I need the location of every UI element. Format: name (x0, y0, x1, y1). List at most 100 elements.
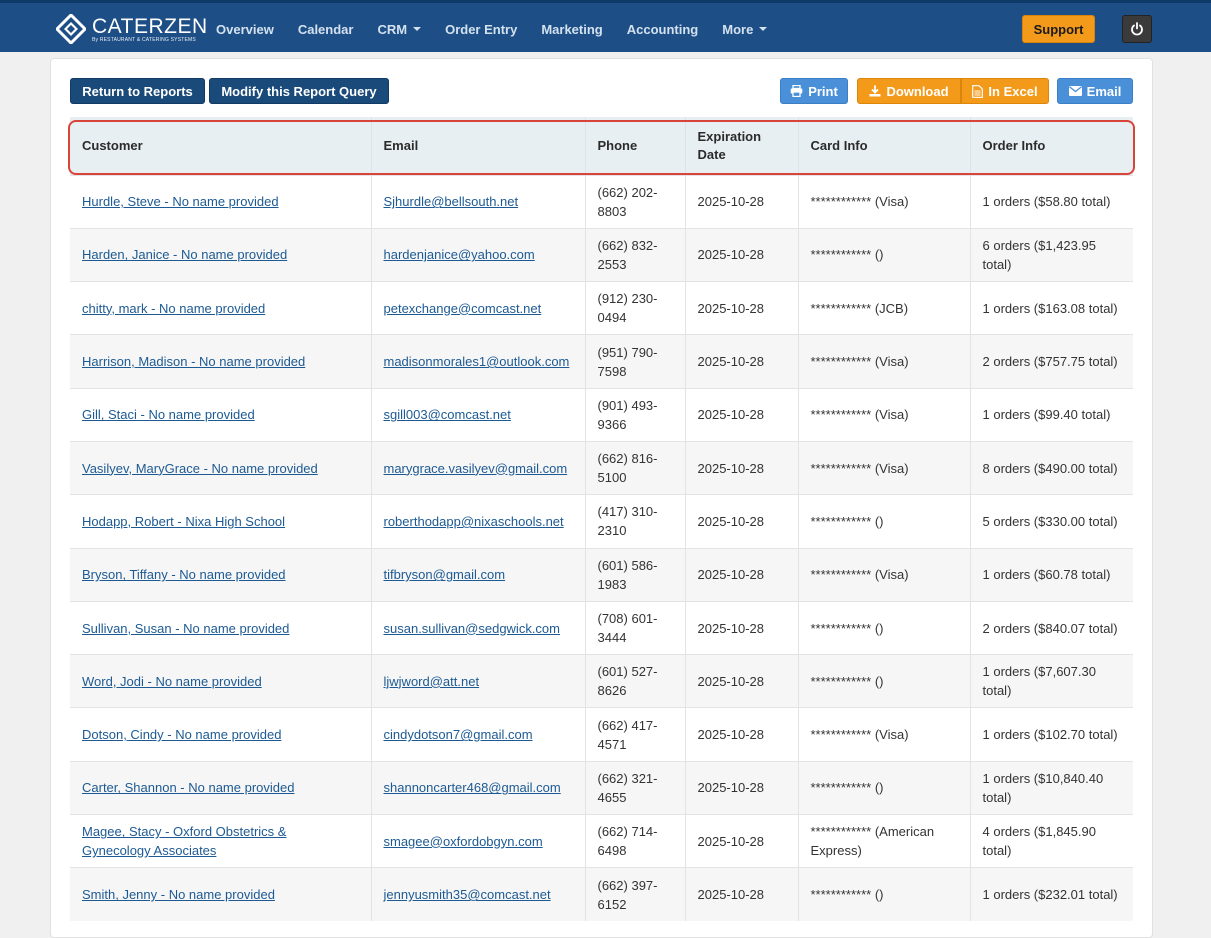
customer-link[interactable]: Carter, Shannon - No name provided (82, 780, 294, 795)
table-cell: chitty, mark - No name provided (70, 281, 371, 335)
nav-order-entry[interactable]: Order Entry (445, 22, 517, 37)
customer-link[interactable]: chitty, mark - No name provided (82, 301, 265, 316)
excel-button[interactable]: In Excel (961, 78, 1049, 104)
table-cell: 2025-10-28 (684, 281, 798, 335)
table-cell: (662) 417-4571 (584, 707, 685, 762)
table-cell: ************ (JCB) (797, 281, 970, 335)
table-cell: Magee, Stacy - Oxford Obstetrics & Gynec… (70, 814, 371, 868)
nav-more[interactable]: More (722, 22, 768, 37)
column-header-expiration-date[interactable]: Expiration Date (684, 117, 798, 175)
table-cell: 6 orders ($1,423.95 total) (969, 227, 1133, 282)
email-link[interactable]: hardenjanice@yahoo.com (384, 247, 535, 262)
column-header-email[interactable]: Email (370, 117, 585, 175)
email-link[interactable]: susan.sullivan@sedgwick.com (384, 621, 561, 636)
expiration-cell: 2025-10-28 (697, 620, 765, 636)
table-cell: 1 orders ($10,840.40 total) (969, 760, 1133, 815)
column-header-phone[interactable]: Phone (584, 117, 685, 175)
table-row: Harden, Janice - No name provided hardenj… (70, 227, 1133, 282)
nav-accounting[interactable]: Accounting (627, 22, 699, 37)
table-cell: madisonmorales1@outlook.com (370, 334, 585, 389)
nav-overview[interactable]: Overview (216, 22, 274, 37)
order-info-cell: 1 orders ($10,840.40 total) (982, 770, 1104, 805)
expiration-cell: 2025-10-28 (697, 460, 765, 476)
main-nav: Overview Calendar CRM Order Entry Market… (216, 3, 791, 55)
phone-cell: (601) 527-8626 (597, 664, 658, 699)
table-cell: Word, Jodi - No name provided (70, 654, 371, 708)
expiration-cell: 2025-10-28 (697, 673, 765, 689)
phone-cell: (912) 230-0494 (597, 291, 658, 326)
column-header-customer[interactable]: Customer (70, 117, 371, 175)
report-table-wrap: Customer Email Phone Expiration Date Car… (70, 117, 1133, 922)
customer-link[interactable]: Hodapp, Robert - Nixa High School (82, 514, 285, 529)
download-button[interactable]: Download (857, 78, 961, 104)
table-cell: (662) 397-6152 (584, 867, 685, 922)
table-cell: 2025-10-28 (684, 494, 798, 549)
expiration-cell: 2025-10-28 (697, 247, 765, 263)
email-link[interactable]: smagee@oxfordobgyn.com (384, 834, 543, 849)
email-link[interactable]: roberthodapp@nixaschools.net (384, 514, 564, 529)
column-header-card-info[interactable]: Card Info (797, 117, 970, 175)
power-icon (1131, 22, 1143, 36)
nav-marketing[interactable]: Marketing (541, 22, 602, 37)
customer-link[interactable]: Vasilyev, MaryGrace - No name provided (82, 461, 318, 476)
email-link[interactable]: ljwjword@att.net (384, 674, 480, 689)
table-cell: roberthodapp@nixaschools.net (370, 494, 585, 549)
order-info-cell: 4 orders ($1,845.90 total) (982, 824, 1096, 859)
table-cell: ************ (Visa) (797, 440, 970, 495)
email-link[interactable]: Sjhurdle@bellsouth.net (384, 194, 519, 209)
customer-link[interactable]: Gill, Staci - No name provided (82, 407, 255, 422)
customer-link[interactable]: Magee, Stacy - Oxford Obstetrics & Gynec… (82, 824, 286, 858)
support-button[interactable]: Support (1022, 15, 1095, 43)
table-cell: Hurdle, Steve - No name provided (70, 174, 371, 229)
caterzen-logo[interactable]: CATERZEN By RESTAURANT & CATERING SYSTEM… (56, 13, 208, 45)
expiration-cell: 2025-10-28 (697, 887, 765, 903)
print-button[interactable]: Print (780, 78, 848, 104)
email-link[interactable]: madisonmorales1@outlook.com (384, 354, 570, 369)
modify-report-query-button[interactable]: Modify this Report Query (209, 78, 389, 104)
customer-link[interactable]: Harrison, Madison - No name provided (82, 354, 305, 369)
email-link[interactable]: jennyusmith35@comcast.net (384, 887, 551, 902)
nav-crm[interactable]: CRM (377, 22, 422, 37)
table-cell: Sullivan, Susan - No name provided (70, 600, 371, 655)
customer-link[interactable]: Word, Jodi - No name provided (82, 674, 262, 689)
email-button[interactable]: Email (1057, 78, 1133, 104)
customer-link[interactable]: Sullivan, Susan - No name provided (82, 621, 289, 636)
column-header-order-info[interactable]: Order Info (969, 117, 1133, 175)
table-cell: 1 orders ($163.08 total) (969, 281, 1133, 335)
customer-link[interactable]: Harden, Janice - No name provided (82, 247, 287, 262)
phone-cell: (662) 417-4571 (597, 717, 658, 752)
email-link[interactable]: cindydotson7@gmail.com (384, 727, 533, 742)
table-cell: marygrace.vasilyev@gmail.com (370, 440, 585, 495)
table-cell: Harden, Janice - No name provided (70, 227, 371, 282)
card-info-cell: ************ (Visa) (810, 727, 909, 743)
envelope-icon (1068, 86, 1082, 96)
logout-button[interactable] (1122, 15, 1152, 43)
phone-cell: (708) 601-3444 (597, 611, 658, 646)
table-cell: 1 orders ($102.70 total) (969, 707, 1133, 762)
table-cell: 2025-10-28 (684, 600, 798, 655)
customer-link[interactable]: Smith, Jenny - No name provided (82, 887, 275, 902)
customer-link[interactable]: Dotson, Cindy - No name provided (82, 727, 281, 742)
customer-link[interactable]: Bryson, Tiffany - No name provided (82, 567, 286, 582)
return-to-reports-button[interactable]: Return to Reports (70, 78, 205, 104)
email-link[interactable]: shannoncarter468@gmail.com (384, 780, 561, 795)
order-info-cell: 2 orders ($757.75 total) (982, 354, 1118, 370)
order-info-cell: 1 orders ($58.80 total) (982, 194, 1111, 210)
expiration-cell: 2025-10-28 (697, 194, 765, 210)
email-link[interactable]: petexchange@comcast.net (384, 301, 542, 316)
table-cell: (601) 586-1983 (584, 547, 685, 602)
table-cell: (662) 202-8803 (584, 174, 685, 229)
table-cell: Smith, Jenny - No name provided (70, 867, 371, 922)
email-link[interactable]: sgill003@comcast.net (384, 407, 511, 422)
nav-calendar[interactable]: Calendar (298, 22, 354, 37)
phone-cell: (417) 310-2310 (597, 504, 658, 539)
customer-link[interactable]: Hurdle, Steve - No name provided (82, 194, 279, 209)
expiration-cell: 2025-10-28 (697, 300, 765, 316)
card-info-cell: ************ () (810, 247, 884, 263)
table-cell: ************ (American Express) (797, 814, 970, 868)
table-cell: Carter, Shannon - No name provided (70, 760, 371, 815)
table-cell: 8 orders ($490.00 total) (969, 440, 1133, 495)
email-link[interactable]: tifbryson@gmail.com (384, 567, 506, 582)
email-link[interactable]: marygrace.vasilyev@gmail.com (384, 461, 568, 476)
table-cell: 2025-10-28 (684, 760, 798, 815)
